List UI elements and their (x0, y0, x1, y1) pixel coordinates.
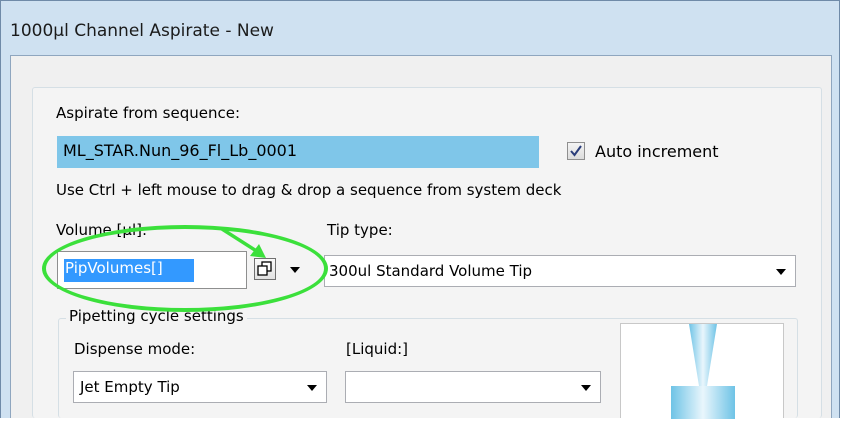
sequence-value[interactable]: ML_STAR.Nun_96_Fl_Lb_0001 (63, 141, 297, 160)
liquid-dropdown[interactable] (345, 371, 601, 403)
annotation-highlight-oval (42, 225, 328, 312)
checkmark-icon (570, 145, 582, 157)
tip-type-value: 300ul Standard Volume Tip (329, 262, 533, 280)
tip-preview-image (620, 323, 784, 419)
auto-increment-label[interactable]: Auto increment (595, 142, 719, 161)
liquid-label: [Liquid:] (346, 340, 408, 358)
auto-increment-checkbox[interactable] (567, 142, 585, 160)
tip-type-label: Tip type: (327, 221, 393, 239)
aspirate-sequence-label: Aspirate from sequence: (56, 104, 241, 122)
window-title: 1000µl Channel Aspirate - New (10, 21, 274, 41)
chevron-down-icon (307, 385, 317, 391)
green-arrow-annotation (221, 227, 266, 258)
dispense-mode-value: Jet Empty Tip (80, 378, 180, 396)
drag-drop-hint: Use Ctrl + left mouse to drag & drop a s… (56, 181, 562, 199)
tip-type-dropdown[interactable]: 300ul Standard Volume Tip (324, 255, 796, 287)
dispense-mode-label: Dispense mode: (74, 340, 196, 358)
chevron-down-icon (776, 269, 786, 275)
tip-illustration-icon (671, 324, 735, 419)
dispense-mode-dropdown[interactable]: Jet Empty Tip (73, 371, 327, 403)
chevron-down-icon (581, 385, 591, 391)
